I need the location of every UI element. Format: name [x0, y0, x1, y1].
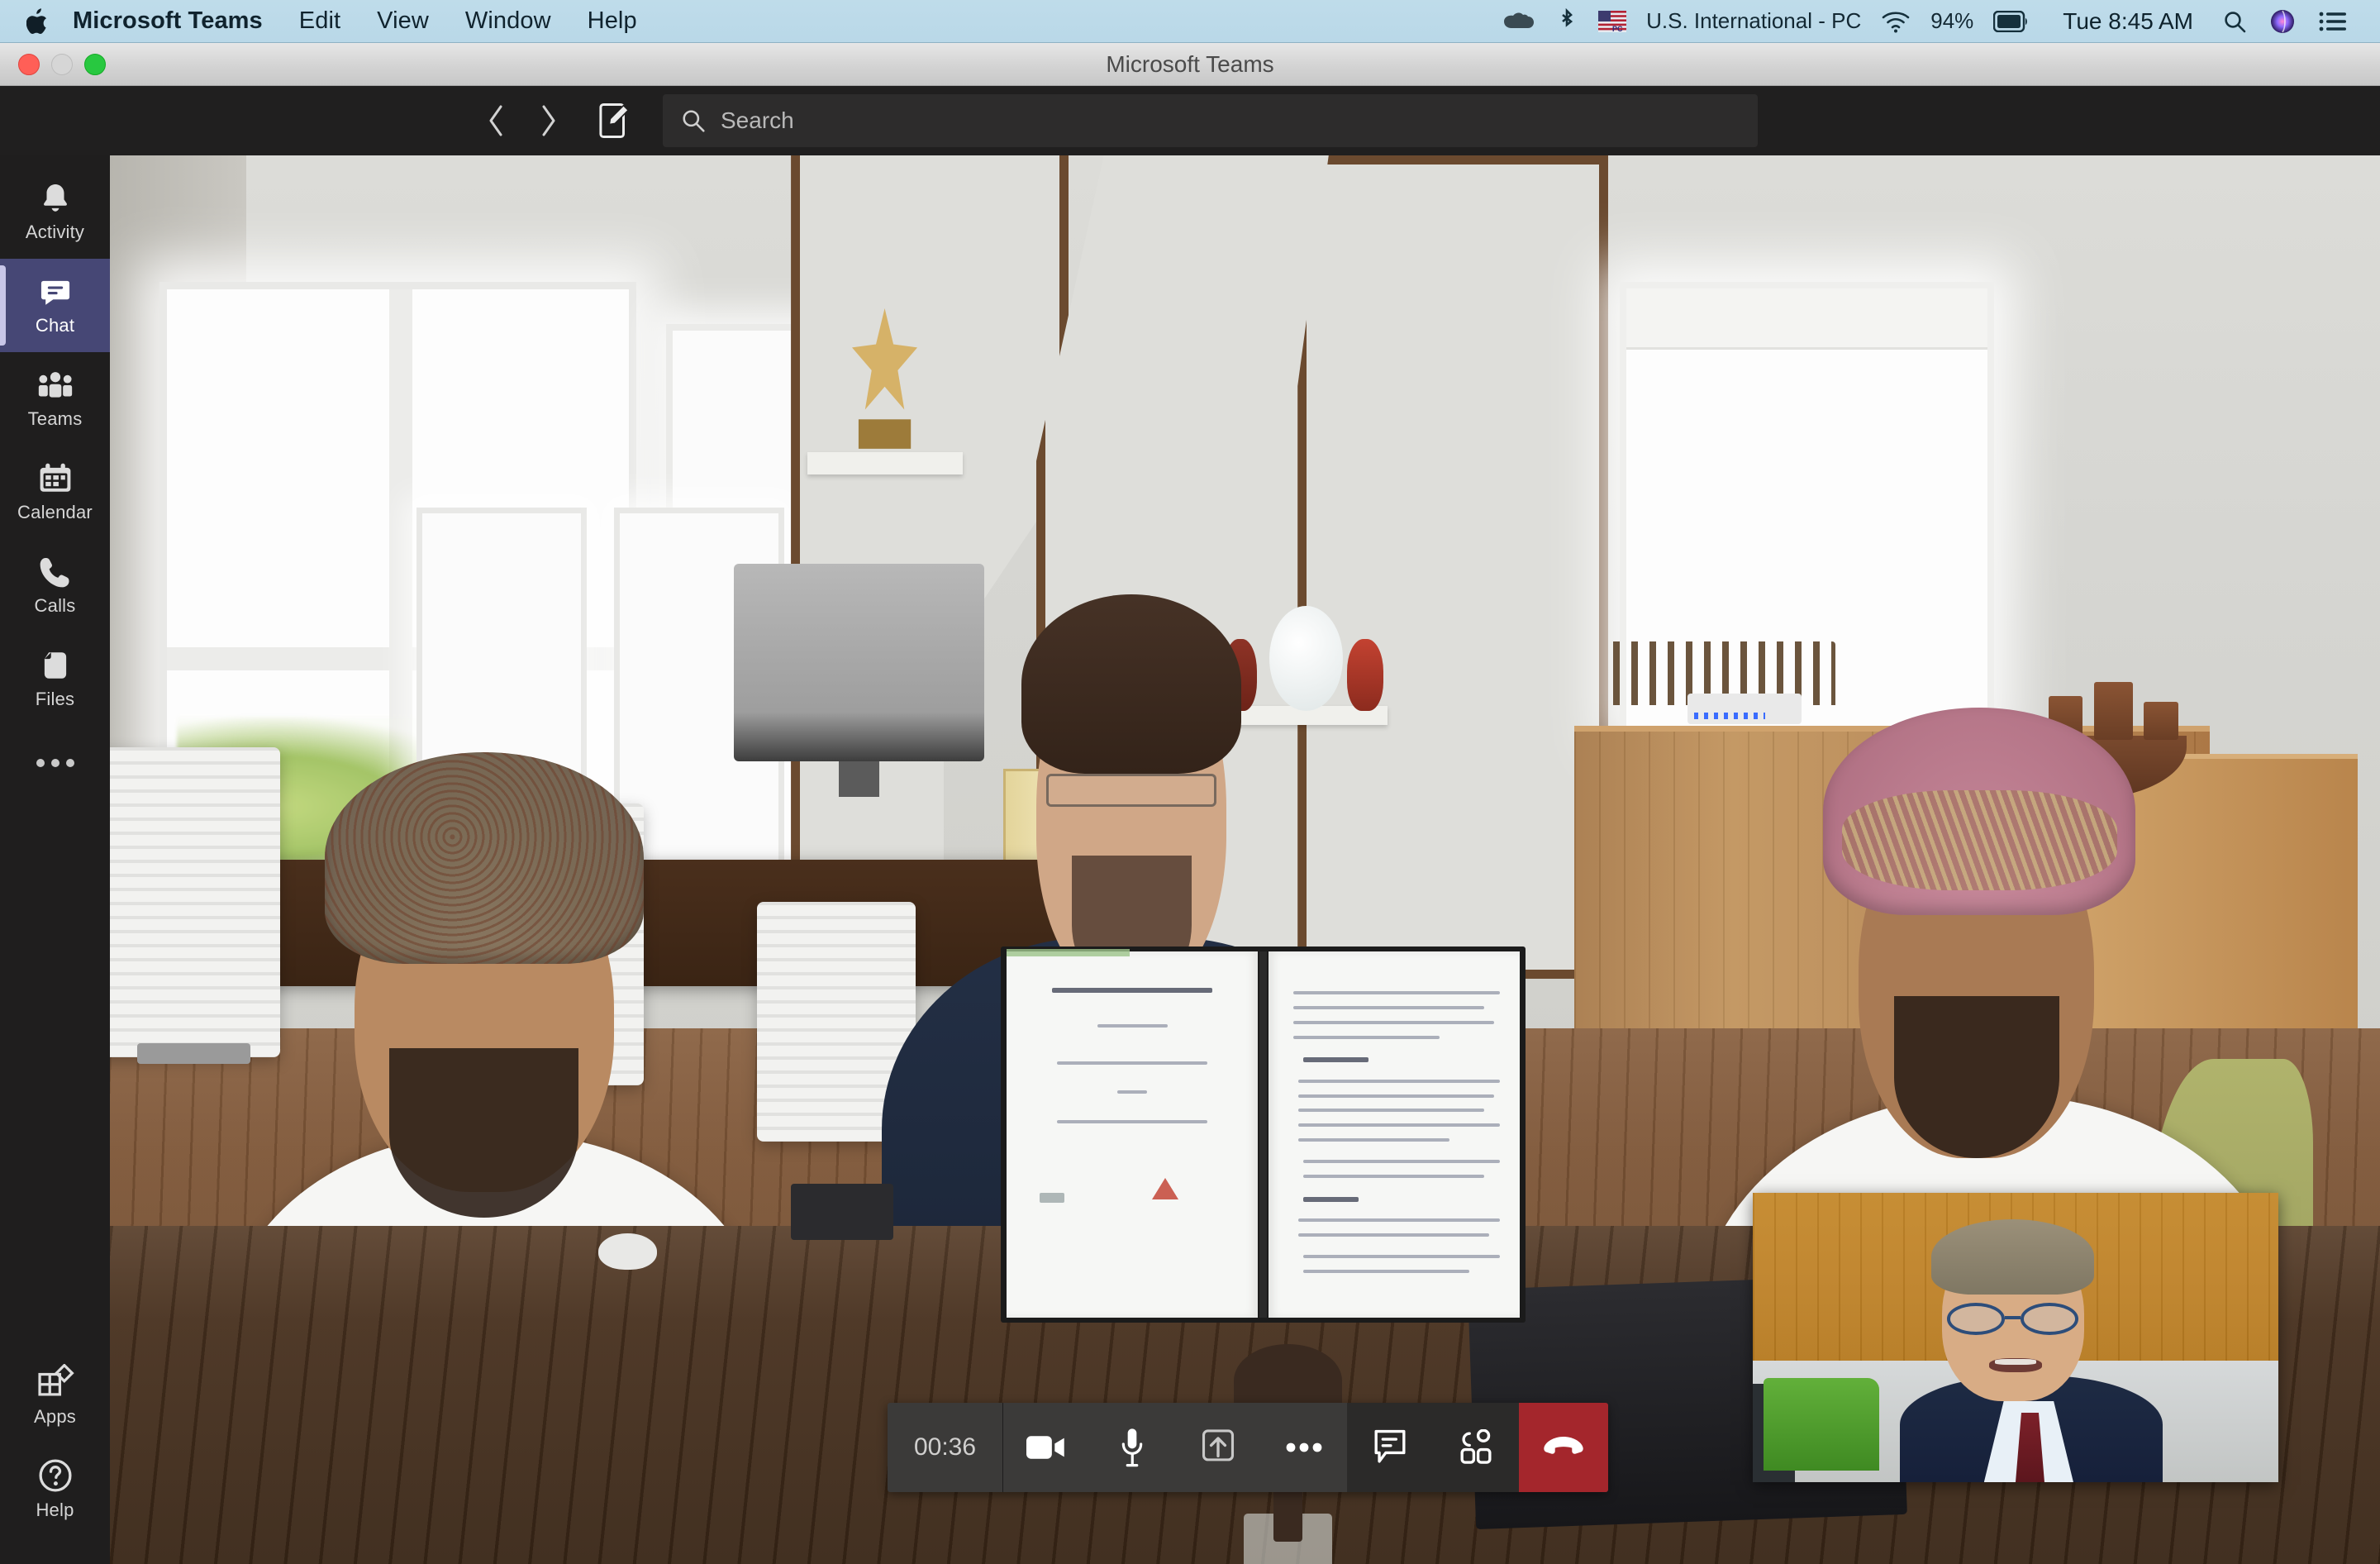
microphone-button[interactable]	[1089, 1403, 1175, 1492]
call-duration-timer: 00:36	[888, 1403, 1003, 1492]
sidebar-item-help-label: Help	[36, 1500, 74, 1520]
window-traffic-lights	[18, 43, 106, 86]
shelf-trophy	[807, 452, 963, 474]
help-question-icon	[38, 1459, 72, 1492]
show-conversation-button[interactable]	[1347, 1403, 1433, 1492]
self-video-preview[interactable]	[1753, 1193, 2278, 1482]
sidebar-item-calls-label: Calls	[34, 595, 76, 616]
navigation-arrows	[471, 95, 574, 146]
microphone-icon	[1121, 1428, 1143, 1467]
participant-left-kuma-cap	[324, 752, 644, 965]
sidebar-item-calendar-label: Calendar	[17, 502, 93, 522]
wifi-icon[interactable]	[1869, 0, 1922, 43]
signed-document	[1001, 947, 1526, 1323]
share-screen-button[interactable]	[1175, 1403, 1261, 1492]
hang-up-icon	[1544, 1437, 1583, 1454]
sidebar-item-apps[interactable]: Apps	[0, 1349, 110, 1442]
sidebar-item-teams-label: Teams	[27, 408, 83, 429]
sidebar-item-chat[interactable]: Chat	[0, 259, 110, 352]
search-box[interactable]	[663, 94, 1758, 147]
sidebar-item-apps-label: Apps	[34, 1406, 76, 1427]
app-sidebar-rail: Activity Chat Teams Calendar Calls Files…	[0, 155, 110, 1564]
show-participants-button[interactable]	[1433, 1403, 1519, 1492]
compose-icon[interactable]	[588, 95, 640, 146]
sidebar-item-teams[interactable]: Teams	[0, 352, 110, 446]
window-title: Microsoft Teams	[1106, 50, 1274, 77]
video-camera-icon	[1026, 1436, 1064, 1459]
sidebar-item-files[interactable]: Files	[0, 632, 110, 726]
onedrive-icon[interactable]	[1492, 0, 1547, 43]
sidebar-item-chat-label: Chat	[35, 315, 75, 336]
siri-icon[interactable]	[2258, 0, 2307, 43]
teams-top-toolbar	[0, 86, 2380, 155]
sidebar-item-activity[interactable]: Activity	[0, 165, 110, 259]
apple-logo-icon[interactable]	[23, 5, 51, 38]
control-center-icon[interactable]	[2307, 0, 2359, 43]
more-actions-button[interactable]	[1261, 1403, 1347, 1492]
file-icon	[44, 652, 66, 679]
people-icon	[38, 372, 72, 398]
table-phone	[791, 1183, 893, 1241]
bell-icon	[43, 184, 67, 212]
svg-text:PC: PC	[1612, 25, 1623, 32]
back-button[interactable]	[471, 95, 522, 146]
macos-menu-bar: Microsoft Teams Edit View Window Help PC	[0, 0, 2380, 43]
sidebar-item-calls[interactable]: Calls	[0, 539, 110, 632]
sidebar-item-files-label: Files	[35, 689, 75, 709]
sidebar-item-help[interactable]: Help	[0, 1442, 110, 1536]
pip-green-object	[1763, 1378, 1879, 1471]
chat-bubble-icon	[40, 280, 69, 305]
zoom-window-button[interactable]	[84, 54, 106, 75]
apps-icon	[37, 1364, 74, 1396]
sidebar-more-apps-button[interactable]	[0, 726, 110, 800]
menu-app-name[interactable]: Microsoft Teams	[73, 7, 281, 35]
call-control-bar: 00:36	[888, 1403, 1608, 1492]
battery-percent-label[interactable]: 94%	[1922, 8, 1982, 34]
forward-button[interactable]	[522, 95, 574, 146]
share-screen-icon	[1202, 1429, 1235, 1461]
hang-up-button[interactable]	[1519, 1403, 1608, 1492]
keyboard-flag-icon[interactable]: PC	[1587, 0, 1638, 43]
calendar-icon	[40, 463, 70, 492]
input-source-label[interactable]: U.S. International - PC	[1638, 8, 1869, 34]
search-icon	[681, 108, 706, 133]
pip-participant-hair	[1931, 1218, 2095, 1295]
menu-item-edit[interactable]: Edit	[281, 7, 359, 35]
spotlight-search-icon[interactable]	[2211, 0, 2258, 43]
close-window-button[interactable]	[18, 54, 40, 75]
pip-participant-mouth	[1989, 1357, 2042, 1372]
table-mouse	[597, 1233, 658, 1270]
menu-item-help[interactable]: Help	[569, 7, 655, 35]
chat-icon	[1374, 1429, 1406, 1463]
trophy-icon	[852, 308, 918, 450]
menu-item-window[interactable]: Window	[447, 7, 569, 35]
pip-participant-glasses	[1947, 1303, 2079, 1335]
clock-label[interactable]: Tue 8:45 AM	[2041, 8, 2211, 35]
minimize-window-button[interactable]	[51, 54, 73, 75]
sidebar-item-calendar[interactable]: Calendar	[0, 446, 110, 539]
sidebar-item-activity-label: Activity	[25, 222, 85, 242]
menu-item-view[interactable]: View	[359, 7, 447, 35]
battery-icon[interactable]	[1982, 0, 2041, 43]
search-input[interactable]	[721, 107, 1690, 134]
participants-icon	[1460, 1429, 1492, 1464]
phone-icon	[40, 557, 69, 588]
participant-right-massar	[1822, 707, 2136, 915]
bluetooth-icon[interactable]	[1547, 0, 1587, 43]
ellipsis-icon	[36, 759, 74, 767]
camera-button[interactable]	[1003, 1403, 1089, 1492]
ellipsis-icon	[1286, 1442, 1322, 1452]
window-title-bar: Microsoft Teams	[0, 43, 2380, 86]
